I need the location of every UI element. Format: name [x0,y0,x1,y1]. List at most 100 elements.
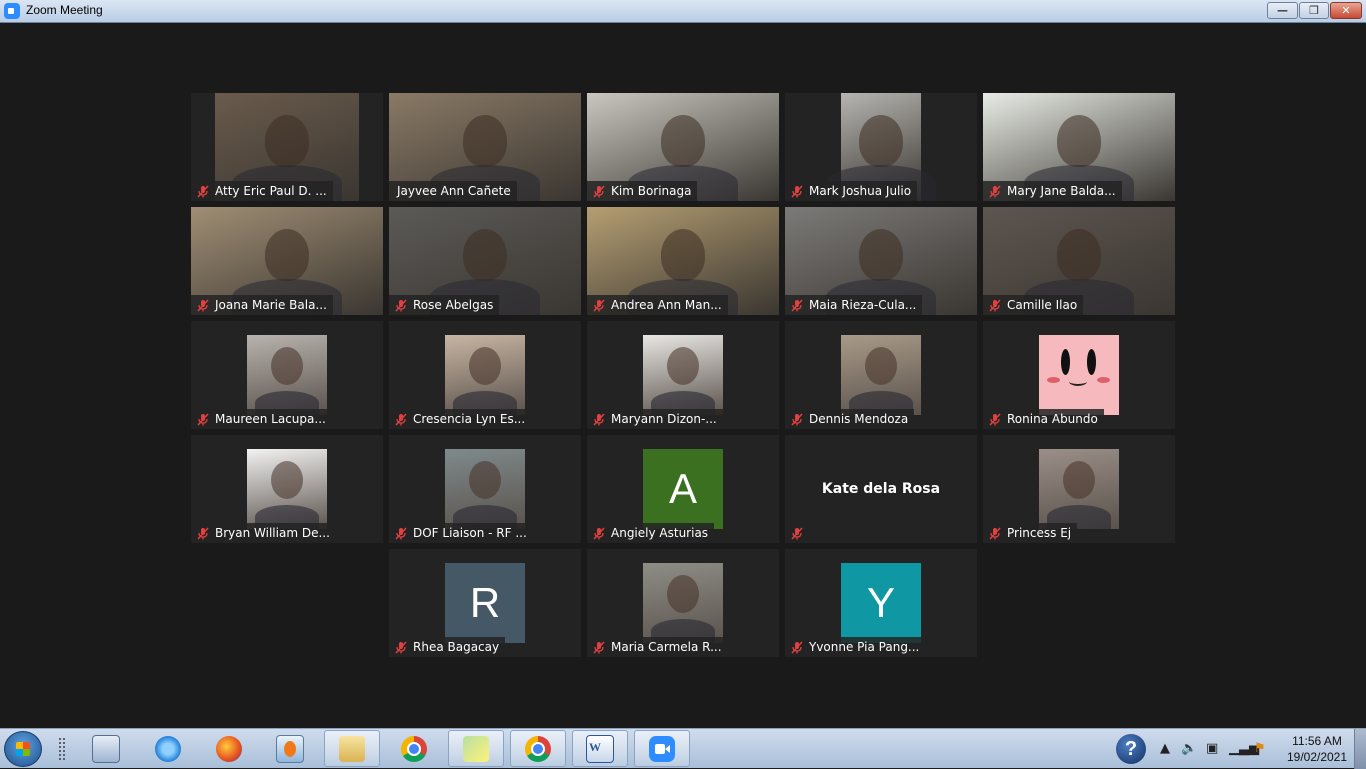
participant-nametag: Atty Eric Paul D. ... [191,181,333,201]
participant-tile[interactable]: Camille Ilao [983,207,1175,315]
taskbar-file-explorer-button[interactable] [324,730,380,767]
participant-name: Maryann Dizon-... [611,412,717,426]
volume-icon[interactable]: 🔈 [1181,741,1197,756]
person-silhouette [661,115,705,167]
close-button[interactable]: ✕ [1330,2,1362,19]
show-hidden-icons-icon[interactable]: ▲ [1160,741,1170,756]
system-clock[interactable]: 11:56 AM 19/02/2021 [1280,733,1354,765]
calculator-icon [92,734,120,763]
file-explorer-icon [339,735,365,762]
participant-tile[interactable]: Maria Carmela R... [587,549,779,657]
taskbar-chrome-profile-button[interactable] [510,730,566,767]
participant-tile[interactable]: Y Yvonne Pia Pang... [785,549,977,657]
participant-tile[interactable]: Mark Joshua Julio [785,93,977,201]
participant-tile[interactable]: Dennis Mendoza [785,321,977,429]
avatar-initial: Y [866,579,895,626]
participant-tile[interactable]: Jayvee Ann Cañete [389,93,581,201]
chrome-profile-icon [525,735,551,762]
muted-mic-icon [593,412,605,426]
profile-picture-kirby [1039,335,1119,415]
person-silhouette [661,229,705,281]
taskbar-media-player-button[interactable] [262,730,318,767]
person-silhouette [1057,115,1101,167]
taskbar-grip[interactable] [58,737,66,761]
participant-tile[interactable]: Cresencia Lyn Es... [389,321,581,429]
person-silhouette [469,461,501,499]
participant-display-name: Kate dela Rosa [821,481,941,497]
participant-nametag: Mark Joshua Julio [785,181,918,201]
participant-tile[interactable]: DOF Liaison - RF ... [389,435,581,543]
restore-button[interactable]: ❐ [1299,2,1329,19]
profile-picture [247,335,327,415]
person-silhouette [271,461,303,499]
person-silhouette [469,347,501,385]
participant-tile[interactable]: Kim Borinaga [587,93,779,201]
clock-date: 19/02/2021 [1286,750,1348,764]
participant-tile[interactable]: R Rhea Bagacay [389,549,581,657]
participant-tile[interactable]: Joana Marie Bala... [191,207,383,315]
profile-picture [247,449,327,529]
windows-taskbar: W ? ▲ 🔈 ▣ ▁▃▅ ⚑ 11:56 AM 19/02/2021 [0,728,1366,769]
taskbar-chrome-button[interactable] [386,730,442,767]
help-icon[interactable]: ? [1116,734,1146,764]
participant-name: Kim Borinaga [611,184,692,198]
taskbar-word-button[interactable]: W [572,730,628,767]
participant-name: Dennis Mendoza [809,412,909,426]
participant-name: Rose Abelgas [413,298,494,312]
participant-name: Maia Rieza-Cula... [809,298,917,312]
minimize-button[interactable]: — [1267,2,1298,19]
person-silhouette [463,229,507,281]
participant-tile[interactable]: Mary Jane Balda... [983,93,1175,201]
participant-tile[interactable]: Bryan William De... [191,435,383,543]
muted-mic-icon [989,526,1001,540]
participant-name: Mark Joshua Julio [809,184,912,198]
participant-nametag: Rose Abelgas [389,295,500,315]
participant-tile[interactable]: Rose Abelgas [389,207,581,315]
power-icon[interactable]: ▣ [1206,741,1218,756]
muted-mic-icon [791,640,803,654]
participant-tile[interactable]: Maryann Dizon-... [587,321,779,429]
participant-nametag: Maia Rieza-Cula... [785,295,923,315]
show-desktop-button[interactable] [1354,729,1366,769]
participant-tile[interactable]: Atty Eric Paul D. ... [191,93,383,201]
taskbar-zoom-button[interactable] [634,730,690,767]
profile-picture [445,335,525,415]
participant-name: Rhea Bagacay [413,640,500,654]
action-center-flag-icon[interactable]: ⚑ [1254,741,1266,756]
taskbar-internet-explorer-button[interactable] [140,730,196,767]
participant-nametag [785,523,815,543]
person-silhouette [463,115,507,167]
participant-name: Jayvee Ann Cañete [397,184,511,198]
person-silhouette [865,347,897,385]
participant-tile[interactable]: Maureen Lacupa... [191,321,383,429]
taskbar-sticky-notes-button[interactable] [448,730,504,767]
participant-nametag: Cresencia Lyn Es... [389,409,532,429]
participant-name: Princess Ej [1007,526,1072,540]
participant-nametag: Rhea Bagacay [389,637,506,657]
participant-nametag: Maureen Lacupa... [191,409,332,429]
participant-tile[interactable]: Princess Ej [983,435,1175,543]
participant-name: Atty Eric Paul D. ... [215,184,327,198]
start-button[interactable] [4,731,42,767]
muted-mic-icon [197,526,209,540]
taskbar-calculator-button[interactable] [78,730,134,767]
taskbar-firefox-button[interactable] [201,730,257,767]
participant-tile[interactable]: A Angiely Asturias [587,435,779,543]
participant-tile[interactable]: Andrea Ann Man... [587,207,779,315]
participant-nametag: Jayvee Ann Cañete [389,181,517,201]
participant-tile[interactable]: Kate dela Rosa [785,435,977,543]
participant-tile[interactable]: Ronina Abundo [983,321,1175,429]
participant-tile[interactable]: Maia Rieza-Cula... [785,207,977,315]
profile-picture [1039,449,1119,529]
media-player-icon [276,734,304,763]
participant-name: Mary Jane Balda... [1007,184,1116,198]
word-icon: W [586,734,614,763]
person-silhouette [1063,461,1095,499]
participant-nametag: Dennis Mendoza [785,409,915,429]
muted-mic-icon [989,412,1001,426]
participant-nametag: DOF Liaison - RF ... [389,523,533,543]
participant-nametag: Joana Marie Bala... [191,295,333,315]
muted-mic-icon [197,184,209,198]
gallery-view: Atty Eric Paul D. ... Jayvee Ann Cañete … [0,23,1366,728]
restore-icon: ❐ [1309,4,1319,17]
